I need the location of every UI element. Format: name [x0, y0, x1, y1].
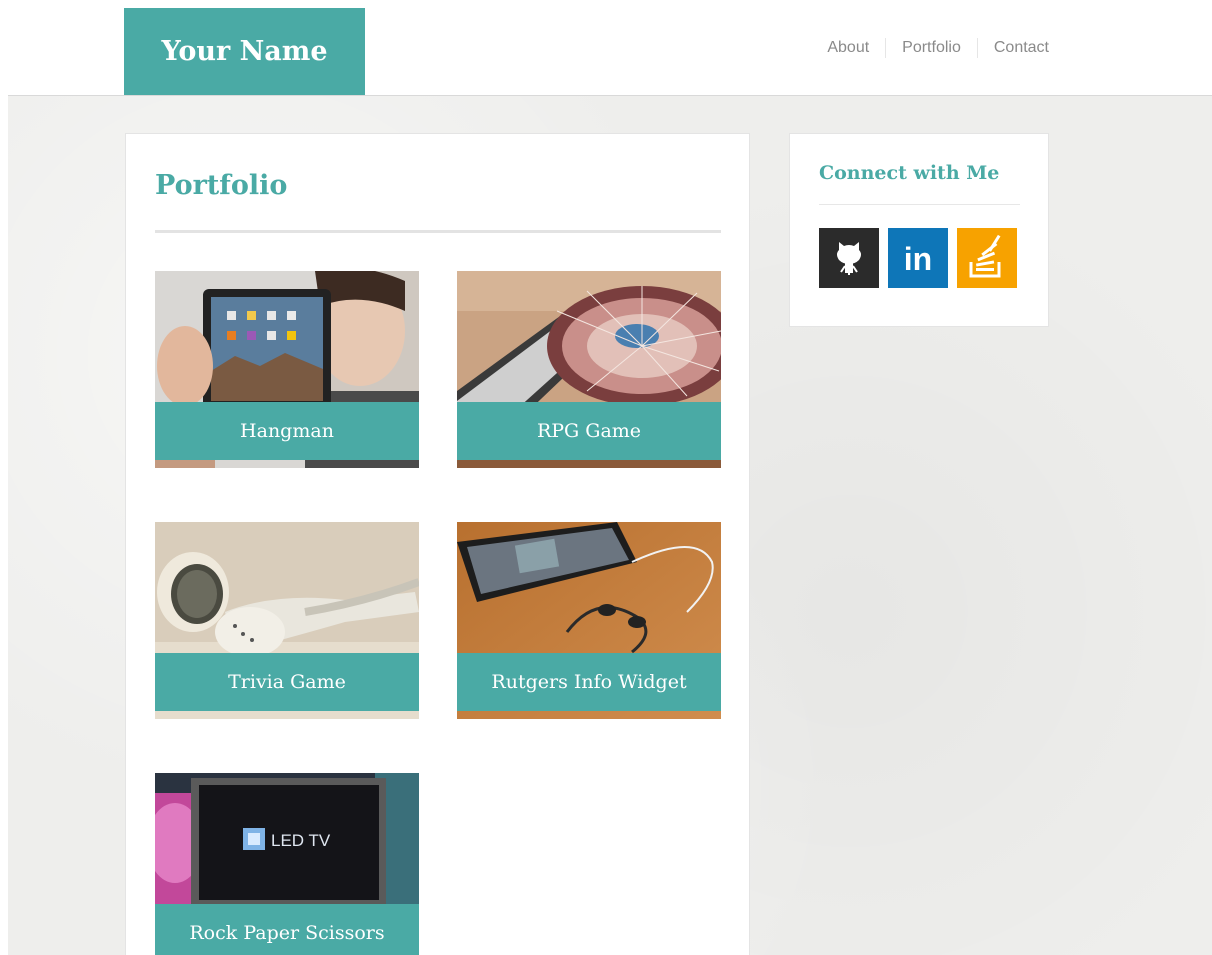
brand-logo[interactable]: Your Name — [124, 8, 365, 95]
tv-label: LED TV — [271, 831, 331, 850]
project-tile-rutgers-info-widget[interactable]: Rutgers Info Widget — [457, 522, 721, 719]
linkedin-text: in — [904, 241, 932, 277]
site-header: Your Name About Portfolio Contact — [0, 0, 1212, 95]
github-link[interactable] — [819, 228, 879, 288]
connect-panel: Connect with Me in — [789, 133, 1049, 327]
sidebar-divider — [819, 204, 1020, 205]
linkedin-icon: in — [888, 228, 948, 288]
project-caption: Rock Paper Scissors — [155, 904, 419, 955]
project-tile-rpg-game[interactable]: RPG Game — [457, 271, 721, 468]
portfolio-panel: Portfolio Hangman RPG Game Trivia Game R… — [125, 133, 750, 955]
stackoverflow-icon — [957, 228, 1017, 288]
sidebar-title: Connect with Me — [819, 162, 1000, 184]
project-tile-rock-paper-scissors[interactable]: LED TV Rock Paper Scissors — [155, 773, 419, 955]
stackoverflow-link[interactable] — [957, 228, 1017, 288]
page-title: Portfolio — [155, 170, 288, 201]
nav-portfolio[interactable]: Portfolio — [885, 38, 977, 58]
project-caption: Trivia Game — [155, 653, 419, 711]
title-divider — [155, 230, 721, 233]
project-caption: RPG Game — [457, 402, 721, 460]
project-tile-hangman[interactable]: Hangman — [155, 271, 419, 468]
nav-contact[interactable]: Contact — [976, 38, 1049, 58]
project-caption: Rutgers Info Widget — [457, 653, 721, 711]
linkedin-link[interactable]: in — [888, 228, 948, 288]
github-icon — [819, 228, 879, 288]
nav-about[interactable]: About — [811, 38, 885, 58]
project-tile-trivia-game[interactable]: Trivia Game — [155, 522, 419, 719]
main-nav: About Portfolio Contact — [811, 38, 1049, 58]
project-caption: Hangman — [155, 402, 419, 460]
